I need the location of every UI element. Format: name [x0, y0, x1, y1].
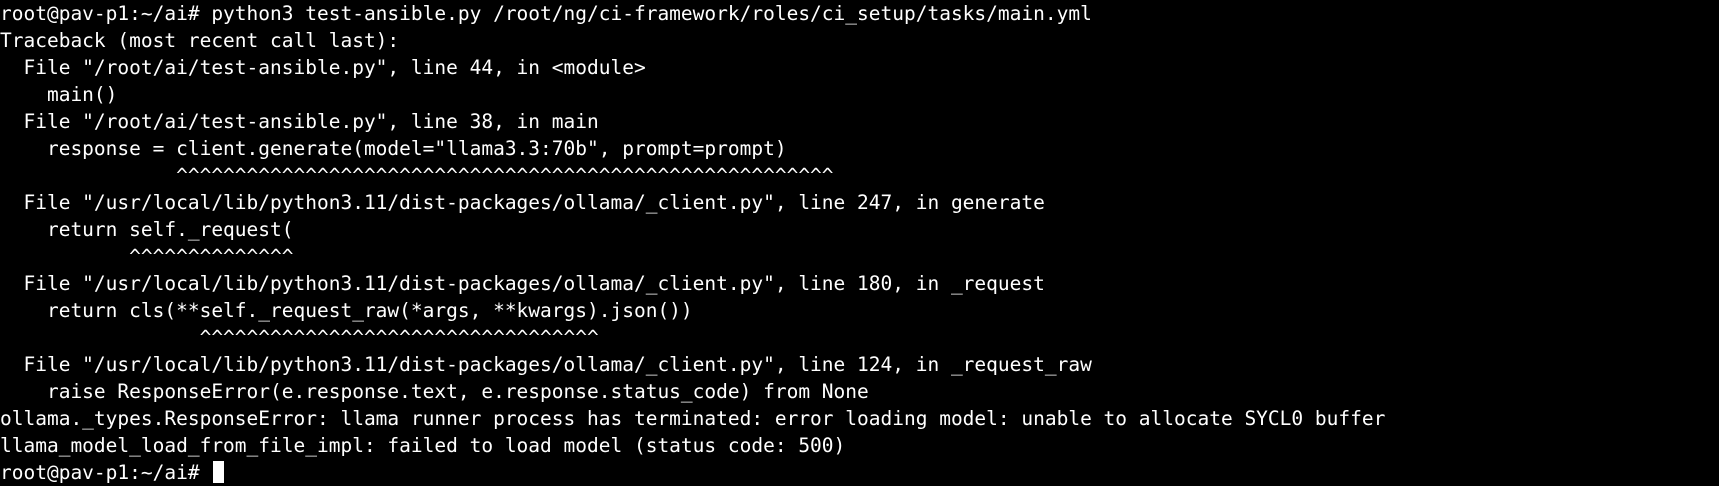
text-cursor [213, 461, 225, 483]
shell-prompt: root@pav-p1:~/ai# [0, 461, 212, 484]
traceback-frame: File "/usr/local/lib/python3.11/dist-pac… [0, 191, 1045, 214]
traceback-frame: File "/root/ai/test-ansible.py", line 38… [0, 110, 599, 133]
traceback-frame: File "/usr/local/lib/python3.11/dist-pac… [0, 353, 1092, 376]
traceback-code: response = client.generate(model="llama3… [0, 137, 787, 160]
error-message: ollama._types.ResponseError: llama runne… [0, 407, 1386, 430]
command-line: root@pav-p1:~/ai# python3 test-ansible.p… [0, 2, 1092, 25]
error-message: llama_model_load_from_file_impl: failed … [0, 434, 846, 457]
traceback-caret-marker: ^^^^^^^^^^^^^^ [0, 245, 294, 268]
terminal-window[interactable]: root@pav-p1:~/ai# python3 test-ansible.p… [0, 0, 1719, 484]
prompt-line[interactable]: root@pav-p1:~/ai# [0, 459, 1719, 486]
traceback-caret-marker: ^^^^^^^^^^^^^^^^^^^^^^^^^^^^^^^^^^ [0, 326, 599, 349]
traceback-caret-marker: ^^^^^^^^^^^^^^^^^^^^^^^^^^^^^^^^^^^^^^^^… [0, 164, 834, 187]
traceback-code: return self._request( [0, 218, 294, 241]
traceback-frame: File "/usr/local/lib/python3.11/dist-pac… [0, 272, 1045, 295]
traceback-code: main() [0, 83, 118, 106]
traceback-header: Traceback (most recent call last): [0, 29, 400, 52]
traceback-code: return cls(**self._request_raw(*args, **… [0, 299, 693, 322]
traceback-code: raise ResponseError(e.response.text, e.r… [0, 380, 869, 403]
traceback-frame: File "/root/ai/test-ansible.py", line 44… [0, 56, 646, 79]
